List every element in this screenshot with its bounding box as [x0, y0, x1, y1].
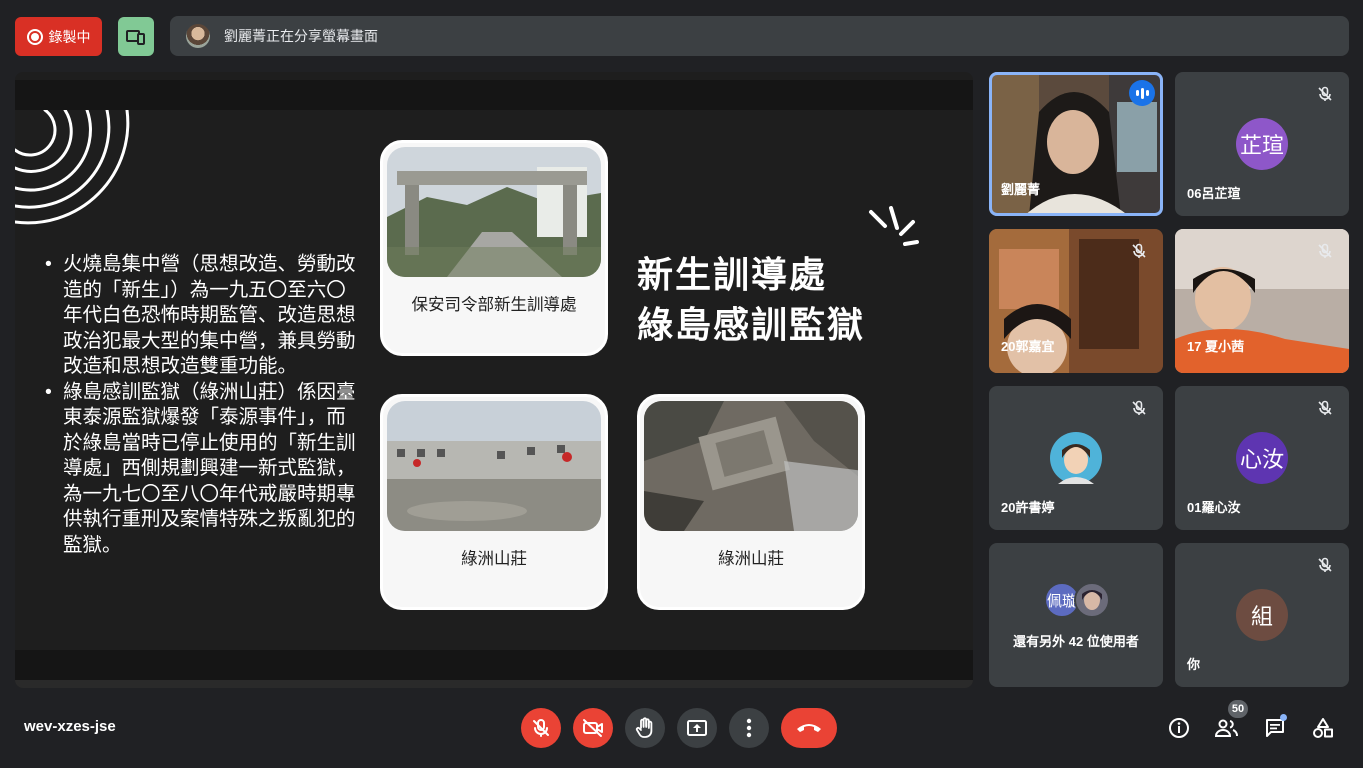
people-icon	[1214, 719, 1238, 737]
slide-title-line: 綠島感訓監獄	[637, 304, 866, 345]
camera-off-icon	[583, 719, 603, 737]
record-icon	[26, 28, 43, 45]
card-caption: 保安司令部新生訓導處	[411, 296, 577, 314]
gate-photo	[387, 147, 601, 277]
presenter-avatar	[186, 24, 210, 48]
decorative-arcs-icon	[15, 110, 130, 225]
slide-bullet-list: 火燒島集中營（思想改造、勞動改造的「新生」）為一九五〇至六〇年代白色恐怖時期監管…	[45, 252, 360, 558]
participant-tile[interactable]: 20許書婷	[989, 386, 1163, 530]
devices-icon	[126, 29, 145, 45]
raise-hand-button[interactable]	[625, 708, 665, 748]
shapes-icon	[1313, 718, 1333, 738]
participant-name: 劉麗菁	[1001, 182, 1041, 197]
activities-button[interactable]	[1307, 712, 1339, 744]
leave-call-button[interactable]	[781, 708, 837, 748]
bullet-item: 火燒島集中營（思想改造、勞動改造的「新生」）為一九五〇至六〇年代白色恐怖時期監管…	[45, 252, 360, 380]
meeting-details-button[interactable]	[1163, 712, 1195, 744]
more-participants-tile[interactable]: 佩璇 還有另外 42 位使用者	[989, 543, 1163, 687]
participant-tile[interactable]: 心汝 01羅心汝	[1175, 386, 1349, 530]
mic-muted-icon	[1313, 396, 1337, 420]
presentation-stage: 火燒島集中營（思想改造、勞動改造的「新生」）為一九五〇至六〇年代白色恐怖時期監管…	[15, 72, 973, 688]
presentation-banner: 劉麗菁正在分享螢幕畫面	[170, 16, 1349, 56]
participant-avatar: 芷瑄	[1236, 118, 1288, 170]
people-count-badge: 50	[1228, 700, 1248, 718]
mic-off-icon	[533, 719, 549, 737]
participant-avatar: 心汝	[1236, 432, 1288, 484]
recording-label: 錄製中	[48, 28, 91, 45]
speaking-indicator-icon	[1129, 80, 1155, 106]
participant-tile[interactable]: 芷瑄 06呂芷瑄	[1175, 72, 1349, 216]
slide-title: 新生訓導處 綠島感訓監獄	[637, 250, 937, 350]
bullet-item: 綠島感訓監獄（綠洲山莊）係因臺東泰源監獄爆發「泰源事件」，而於綠島當時已停止使用…	[45, 380, 360, 559]
more-participants-label: 還有另外 42 位使用者	[1013, 634, 1139, 649]
sparkle-lines-icon	[869, 206, 919, 246]
participant-tile[interactable]: 17 夏小茜	[1175, 229, 1349, 373]
camera-toggle-button[interactable]	[573, 708, 613, 748]
prison-yard-photo	[387, 401, 601, 531]
info-icon	[1169, 718, 1189, 738]
slide-letterbox-bottom	[15, 650, 973, 680]
mic-muted-icon	[1127, 239, 1151, 263]
slide-title-line: 新生訓導處	[637, 254, 828, 295]
participant-name: 20郭嘉宜	[1001, 339, 1055, 354]
mic-toggle-button[interactable]	[521, 708, 561, 748]
mic-muted-icon	[1313, 82, 1337, 106]
more-vert-icon	[746, 718, 752, 738]
stage-footer-strip	[15, 680, 973, 688]
share-status-text: 劉麗菁正在分享螢幕畫面	[224, 28, 378, 44]
recording-indicator[interactable]: 錄製中	[15, 17, 102, 56]
present-icon	[687, 720, 707, 736]
participant-name: 01羅心汝	[1187, 500, 1241, 515]
participant-name: 20許書婷	[1001, 500, 1055, 515]
photo-card-training-camp: 保安司令部新生訓導處	[380, 140, 608, 356]
mic-muted-icon	[1127, 396, 1151, 420]
self-tile[interactable]: 組 你	[1175, 543, 1349, 687]
participant-avatar: 組	[1236, 589, 1288, 641]
more-options-button[interactable]	[729, 708, 769, 748]
mic-muted-icon	[1313, 553, 1337, 577]
participant-avatar	[1050, 432, 1102, 484]
meeting-code: wev-xzes-jse	[24, 718, 116, 735]
chat-notification-dot	[1280, 714, 1287, 721]
participant-avatar	[1074, 582, 1110, 618]
present-screen-button[interactable]	[677, 708, 717, 748]
participant-name: 你	[1187, 657, 1201, 672]
participant-tile[interactable]: 20郭嘉宜	[989, 229, 1163, 373]
participant-name: 06呂芷瑄	[1187, 186, 1241, 201]
phone-hangup-icon	[797, 724, 821, 732]
aerial-photo	[644, 401, 858, 531]
card-caption: 綠洲山莊	[718, 550, 784, 568]
mic-muted-icon	[1313, 239, 1337, 263]
photo-card-aerial: 綠洲山莊	[637, 394, 865, 610]
slide-letterbox-top	[15, 80, 973, 110]
hand-icon	[635, 717, 653, 738]
participant-tile[interactable]: 劉麗菁	[989, 72, 1163, 216]
photo-card-prison: 綠洲山莊	[380, 394, 608, 610]
card-caption: 綠洲山莊	[461, 550, 527, 568]
participant-name: 17 夏小茜	[1187, 339, 1245, 354]
companion-mode-button[interactable]	[118, 17, 154, 56]
